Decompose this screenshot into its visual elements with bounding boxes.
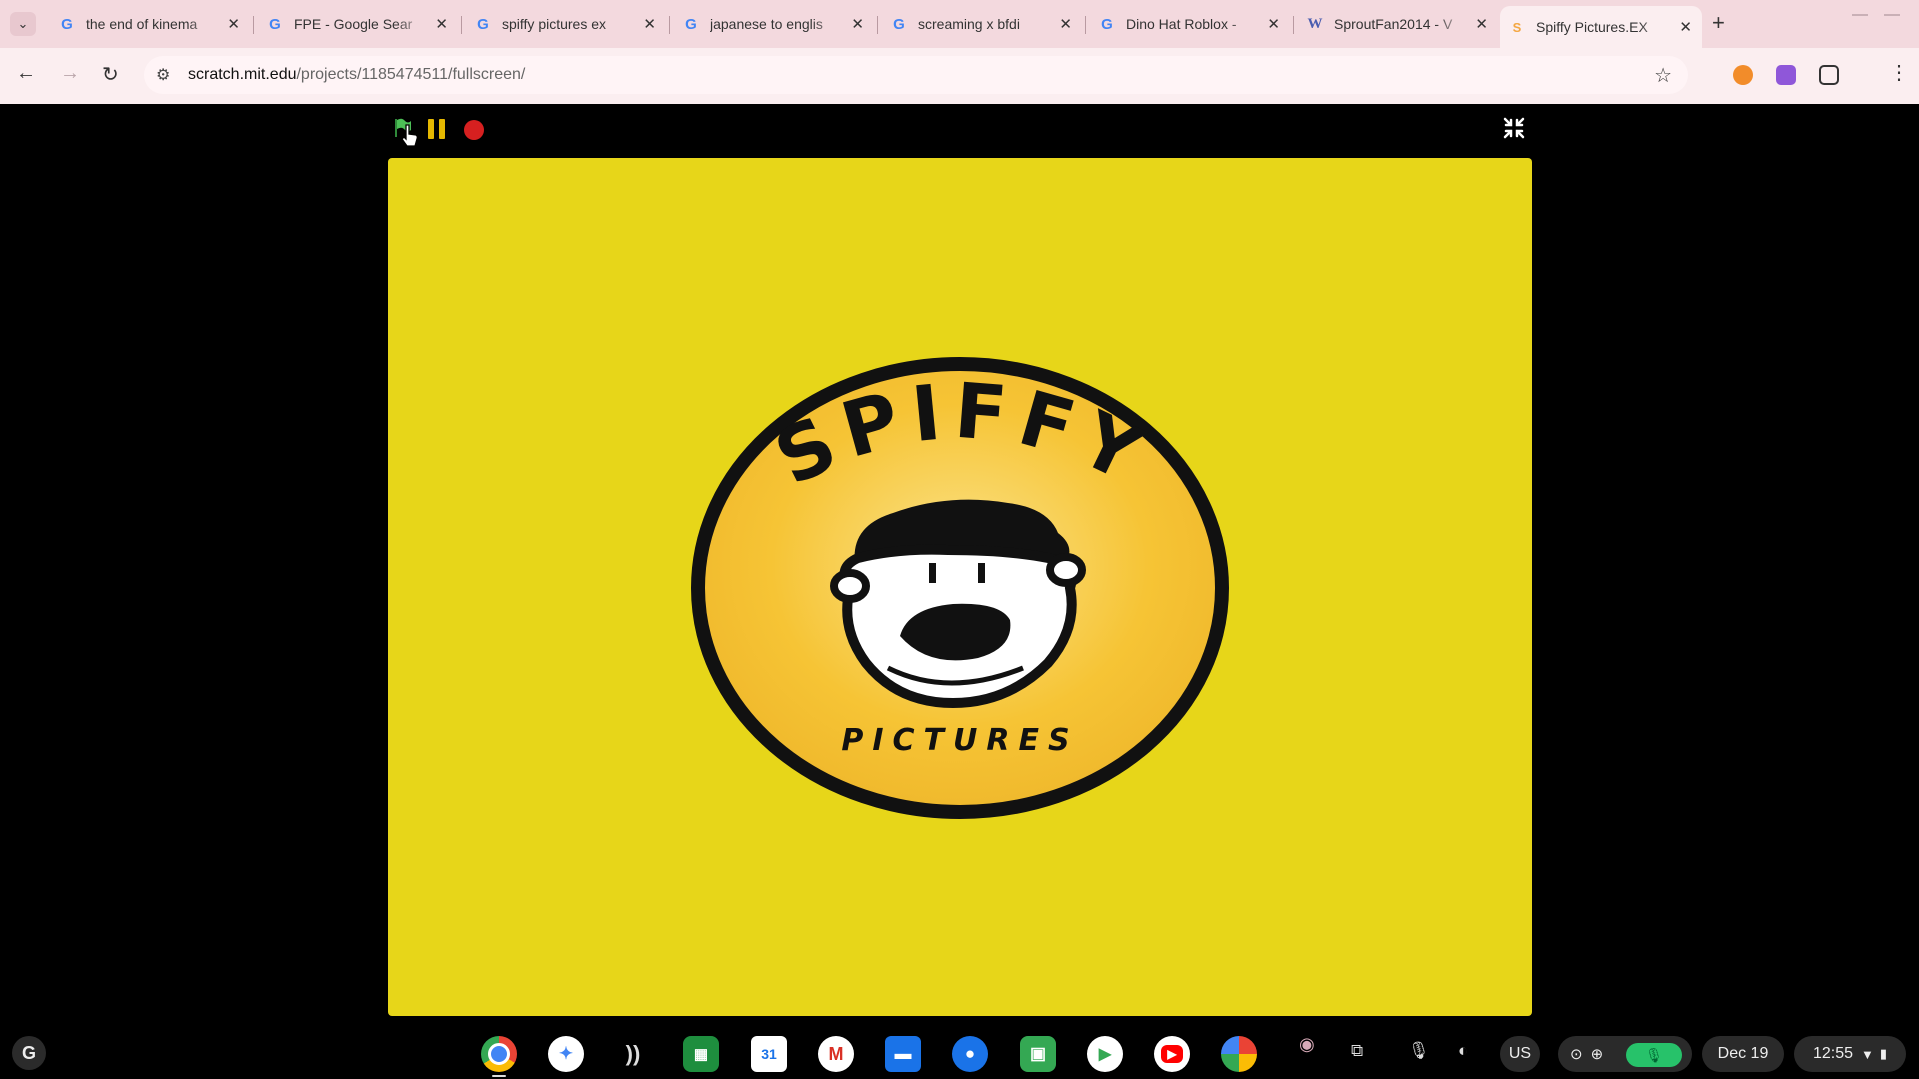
close-icon[interactable]: ✕ bbox=[851, 15, 864, 33]
assistant-icon[interactable]: ✦ bbox=[548, 1036, 584, 1072]
tab[interactable]: W SproutFan2014 - V ✕ bbox=[1298, 6, 1498, 42]
extension-icon[interactable] bbox=[1776, 65, 1796, 85]
close-icon[interactable]: ✕ bbox=[1475, 15, 1488, 33]
google-icon: G bbox=[893, 15, 905, 33]
pause-icon[interactable] bbox=[428, 119, 446, 139]
status-area[interactable]: 12:55 ▼ ▮ bbox=[1794, 1036, 1906, 1072]
tab-title: Spiffy Pictures.EX bbox=[1536, 19, 1648, 35]
gmail-icon[interactable]: M bbox=[818, 1036, 854, 1072]
live-mic-icon[interactable]: 🎙 bbox=[1626, 1043, 1682, 1067]
google-icon: G bbox=[269, 15, 281, 33]
tab-title: japanese to englis bbox=[710, 16, 823, 32]
spiffy-pictures-logo: SPIFFY PICTURES bbox=[691, 357, 1229, 819]
tab-search-button[interactable]: ⌄ bbox=[10, 12, 36, 36]
youtube-icon[interactable]: ▶ bbox=[1154, 1036, 1190, 1072]
keyboard-locale[interactable]: US bbox=[1500, 1036, 1540, 1072]
logo-subtitle-text: PICTURES bbox=[841, 723, 1078, 758]
tab-title: spiffy pictures ex bbox=[502, 16, 607, 32]
accessibility-icon[interactable]: ◐ bbox=[1458, 1041, 1468, 1061]
launcher-icon[interactable]: G bbox=[12, 1036, 46, 1070]
project-stage[interactable]: SPIFFY PICTURES bbox=[388, 158, 1532, 1016]
extension-avatar-icon[interactable] bbox=[1733, 65, 1753, 85]
close-icon[interactable]: ✕ bbox=[435, 15, 448, 33]
google-icon: G bbox=[685, 15, 697, 33]
close-icon[interactable]: ✕ bbox=[1679, 18, 1692, 36]
hand-cursor-icon bbox=[401, 124, 418, 147]
forward-arrow-icon[interactable]: → bbox=[60, 62, 80, 85]
running-indicator bbox=[492, 1075, 506, 1077]
app-grid-icon[interactable]: ▦ bbox=[683, 1036, 719, 1072]
new-tab-icon[interactable]: + bbox=[1712, 10, 1725, 36]
tab-title: FPE - Google Sear bbox=[294, 16, 413, 32]
tab[interactable]: G screaming x bfdi ✕ bbox=[882, 6, 1082, 42]
tab-title: the end of kinema bbox=[86, 16, 198, 32]
google-icon: G bbox=[477, 15, 489, 33]
wiki-icon: W bbox=[1307, 15, 1323, 32]
browser-toolbar: ← → ↻ ⚙ scratch.mit.edu/projects/1185474… bbox=[0, 48, 1919, 104]
tab-active[interactable]: S Spiffy Pictures.EX ✕ bbox=[1500, 6, 1702, 48]
close-window-icon[interactable] bbox=[1884, 14, 1900, 16]
close-icon[interactable]: ✕ bbox=[1267, 15, 1280, 33]
date-pill[interactable]: Dec 19 bbox=[1702, 1036, 1784, 1072]
chrome-icon[interactable] bbox=[481, 1036, 517, 1072]
time-label: 12:55 bbox=[1812, 1045, 1853, 1062]
close-icon[interactable]: ✕ bbox=[227, 15, 240, 33]
url-host: scratch.mit.edu bbox=[188, 66, 297, 83]
date-label: Dec 19 bbox=[1717, 1045, 1769, 1062]
battery-icon: ▮ bbox=[1879, 1046, 1888, 1061]
google-icon: G bbox=[1101, 15, 1113, 33]
google-icon: G bbox=[61, 15, 73, 33]
locale-label: US bbox=[1508, 1045, 1532, 1062]
circle-icon: ⊙ bbox=[1570, 1046, 1583, 1063]
tab[interactable]: G spiffy pictures ex ✕ bbox=[466, 6, 666, 42]
chevron-down-icon: ⌄ bbox=[17, 16, 29, 31]
exit-fullscreen-icon[interactable] bbox=[1502, 116, 1526, 140]
screen-record-icon[interactable]: ◉ bbox=[1299, 1034, 1315, 1055]
screenshot-icon[interactable]: ⧉ bbox=[1351, 1041, 1363, 1061]
back-arrow-icon[interactable]: ← bbox=[16, 62, 36, 85]
address-bar[interactable]: ⚙ scratch.mit.edu/projects/1185474511/fu… bbox=[144, 56, 1688, 94]
close-icon[interactable]: ✕ bbox=[1059, 15, 1072, 33]
close-icon[interactable]: ✕ bbox=[643, 15, 656, 33]
more-menu-icon[interactable]: ⋮ bbox=[1889, 60, 1909, 85]
tab-title: SproutFan2014 - V bbox=[1334, 16, 1453, 32]
minimize-icon[interactable] bbox=[1852, 14, 1868, 16]
calendar-icon[interactable]: 31 bbox=[751, 1036, 787, 1072]
tab[interactable]: G the end of kinema ✕ bbox=[50, 6, 250, 42]
address-url: scratch.mit.edu/projects/1185474511/full… bbox=[188, 66, 525, 84]
tab[interactable]: G FPE - Google Sear ✕ bbox=[258, 6, 458, 42]
meet-icon[interactable]: ▣ bbox=[1020, 1036, 1056, 1072]
tab-title: Dino Hat Roblox - bbox=[1126, 16, 1237, 32]
wifi-icon: ▼ bbox=[1861, 1046, 1874, 1062]
url-path: /projects/1185474511/fullscreen/ bbox=[296, 66, 526, 83]
chat-icon[interactable]: ● bbox=[952, 1036, 988, 1072]
os-shelf: G ✦ )) ▦ 31 M ▬ ● ▣ ▶ ▶ ◉ ⧉ 🎙 ◐ US ⊙ ⊕ 🎙… bbox=[0, 1030, 1919, 1079]
tab-strip: ⌄ G the end of kinema ✕ G FPE - Google S… bbox=[0, 0, 1919, 48]
tab-title: screaming x bfdi bbox=[918, 16, 1020, 32]
reload-icon[interactable]: ↻ bbox=[102, 62, 119, 87]
microphone-icon[interactable]: 🎙 bbox=[1408, 1041, 1430, 1061]
files-icon[interactable]: ▬ bbox=[885, 1036, 921, 1072]
scratch-icon: S bbox=[1512, 19, 1522, 35]
extensions-puzzle-icon[interactable] bbox=[1819, 65, 1839, 85]
bookmark-star-icon[interactable]: ☆ bbox=[1654, 63, 1672, 88]
site-info-icon[interactable]: ⚙ bbox=[156, 65, 170, 85]
play-store-icon[interactable]: ▶ bbox=[1087, 1036, 1123, 1072]
tab[interactable]: G japanese to englis ✕ bbox=[674, 6, 874, 42]
tab[interactable]: G Dino Hat Roblox - ✕ bbox=[1090, 6, 1290, 42]
stop-icon[interactable] bbox=[464, 120, 484, 140]
cast-icon[interactable]: )) bbox=[615, 1036, 651, 1072]
photos-icon[interactable] bbox=[1221, 1036, 1257, 1072]
add-icon: ⊕ bbox=[1590, 1046, 1604, 1063]
